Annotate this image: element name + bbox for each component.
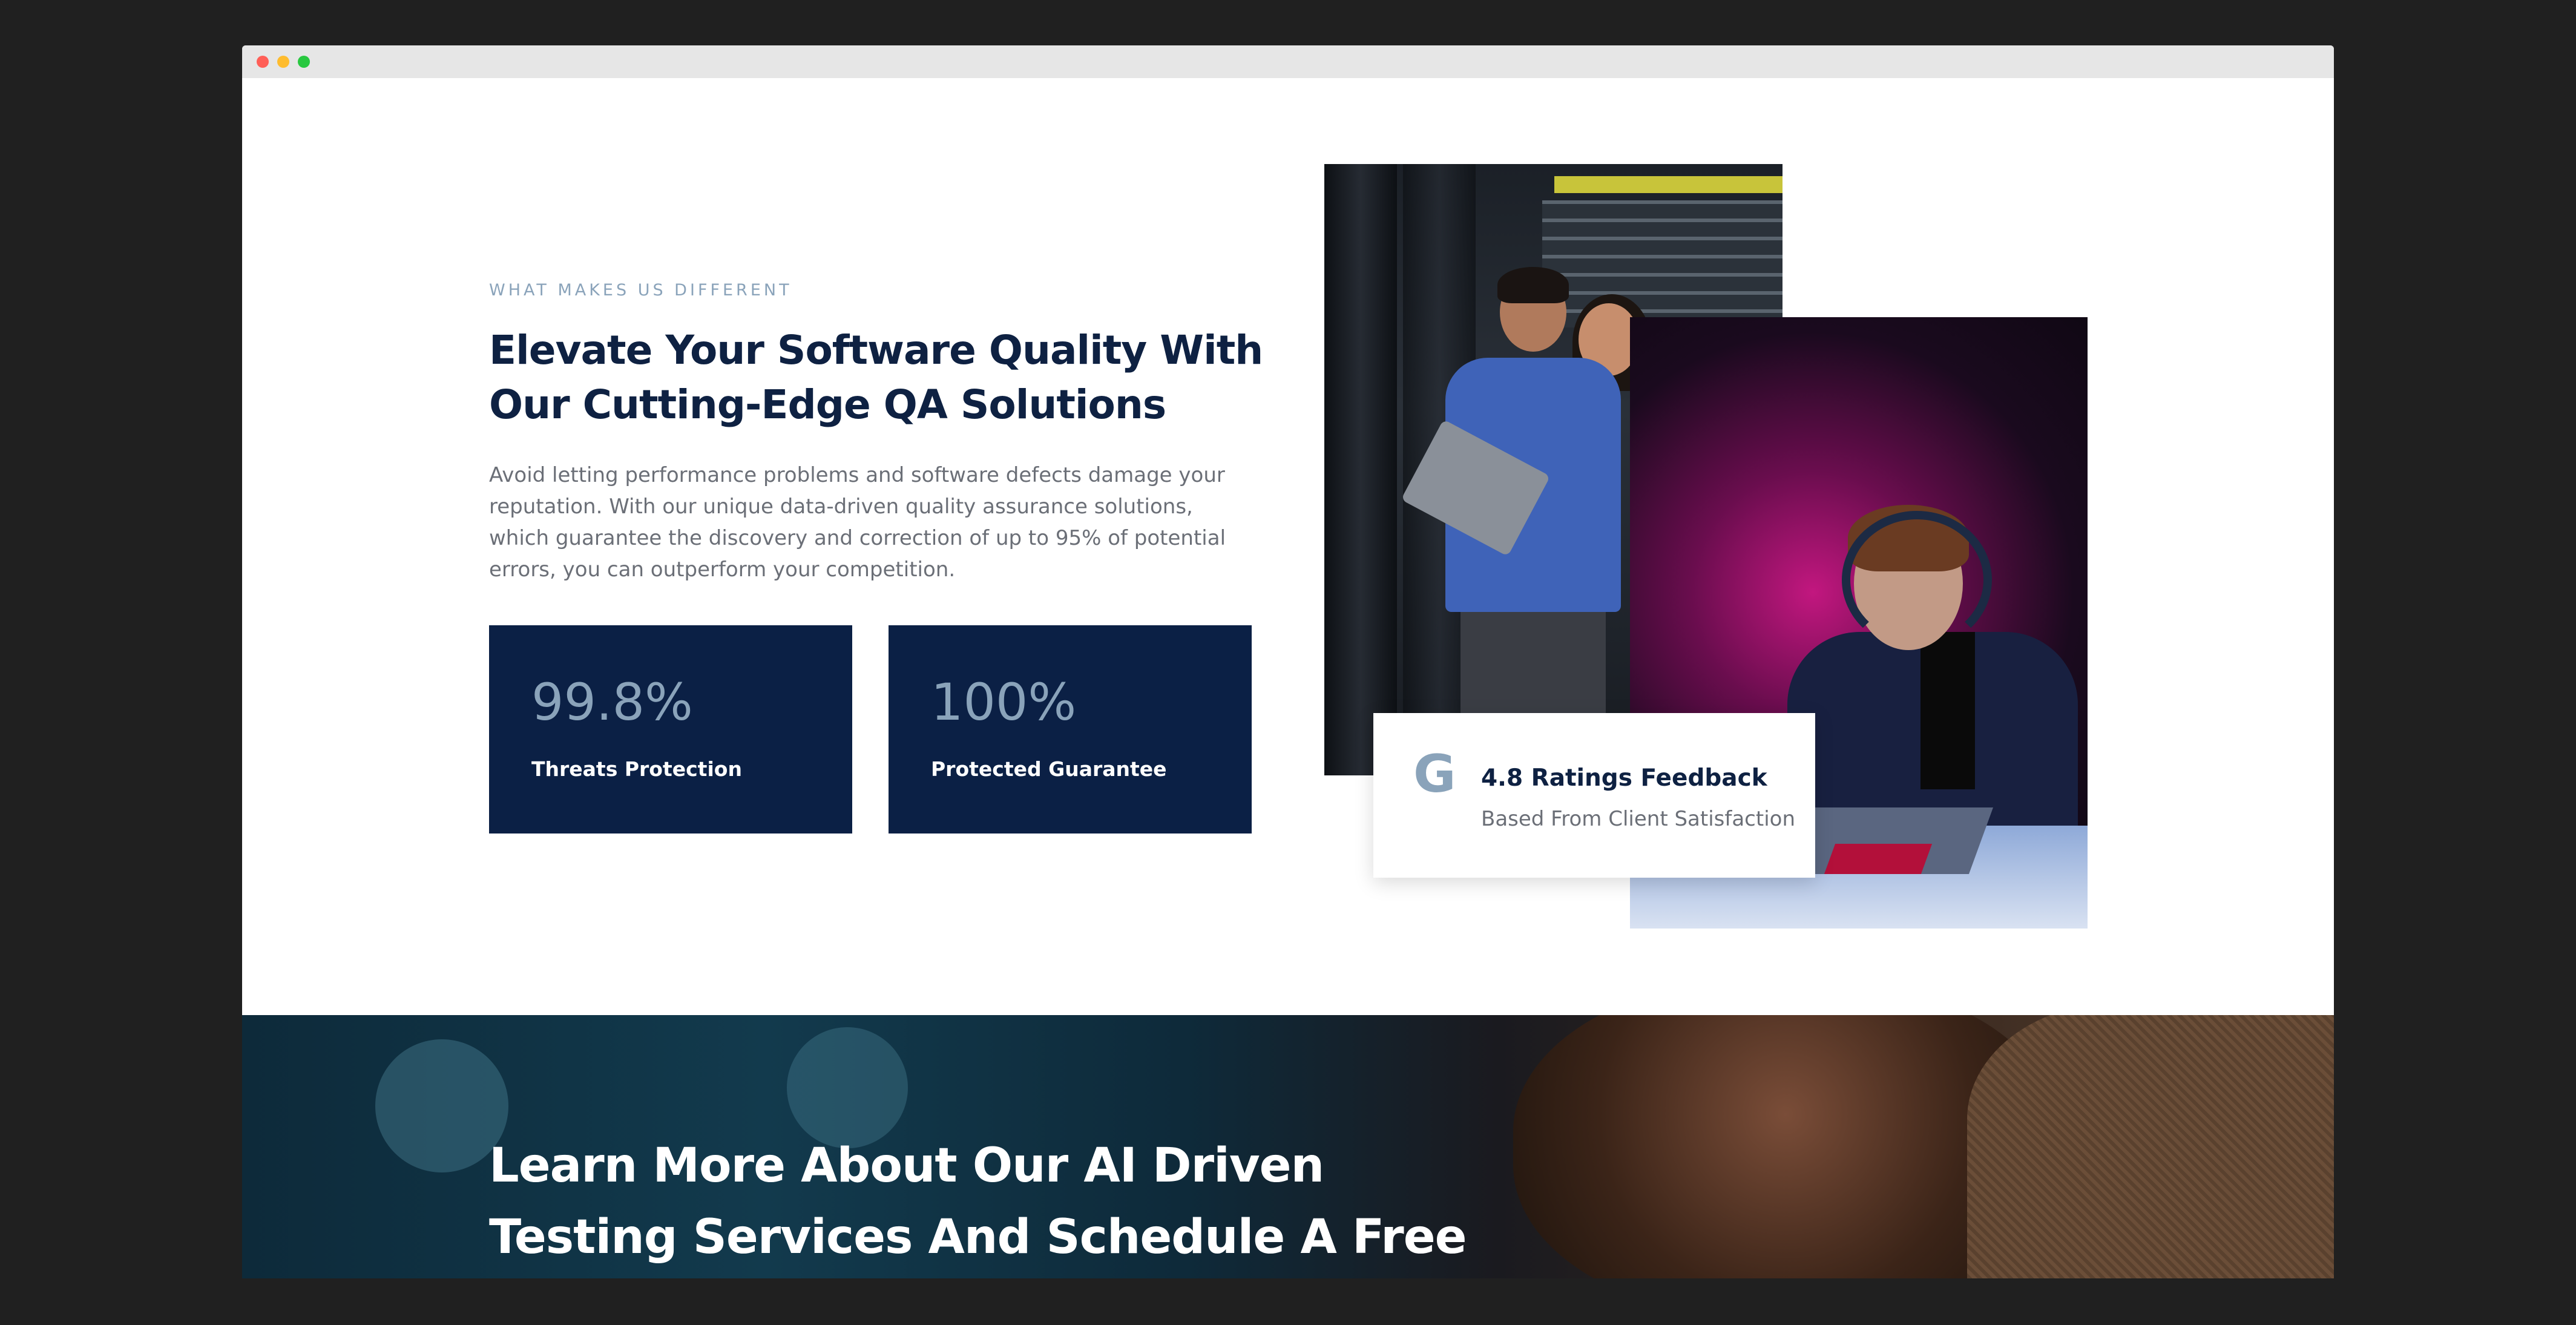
ceiling-grid (1542, 200, 1782, 327)
stat-value: 100% (931, 672, 1077, 732)
close-window-button[interactable] (257, 56, 269, 68)
cta-section: Learn More About Our AI Driven Testing S… (242, 1015, 2334, 1278)
server-rack (1324, 164, 1397, 775)
background-hood (1967, 1015, 2334, 1278)
google-icon: G (1413, 744, 1456, 804)
stat-label: Protected Guarantee (931, 757, 1167, 781)
section-headline: Elevate Your Software Quality With Our C… (489, 327, 1263, 428)
stat-card-threats: 99.8% Threats Protection (489, 625, 852, 833)
browser-window: WHAT MAKES US DIFFERENT Elevate Your Sof… (242, 45, 2334, 1278)
stat-card-guarantee: 100% Protected Guarantee (889, 625, 1252, 833)
section-body-text: Avoid letting performance problems and s… (489, 463, 1226, 582)
rating-title: 4.8 Ratings Feedback (1481, 764, 1767, 792)
keyboard (1824, 844, 1933, 874)
maximize-window-button[interactable] (298, 56, 310, 68)
headphones-icon (1842, 511, 1992, 649)
person-hair (1497, 267, 1569, 303)
rating-card: G 4.8 Ratings Feedback Based From Client… (1373, 713, 1815, 878)
rating-subtitle: Based From Client Satisfaction (1481, 807, 1795, 831)
minimize-window-button[interactable] (277, 56, 289, 68)
stat-value: 99.8% (531, 672, 693, 732)
section-eyebrow: WHAT MAKES US DIFFERENT (489, 281, 792, 300)
ceiling-light (1554, 176, 1782, 193)
cta-headline: Learn More About Our AI Driven Testing S… (489, 1139, 1467, 1264)
stat-label: Threats Protection (531, 757, 742, 781)
background-bokeh (375, 1039, 508, 1172)
window-titlebar (242, 45, 2334, 79)
hoodie-zip (1920, 632, 1975, 789)
features-section: WHAT MAKES US DIFFERENT Elevate Your Sof… (242, 78, 2334, 1016)
